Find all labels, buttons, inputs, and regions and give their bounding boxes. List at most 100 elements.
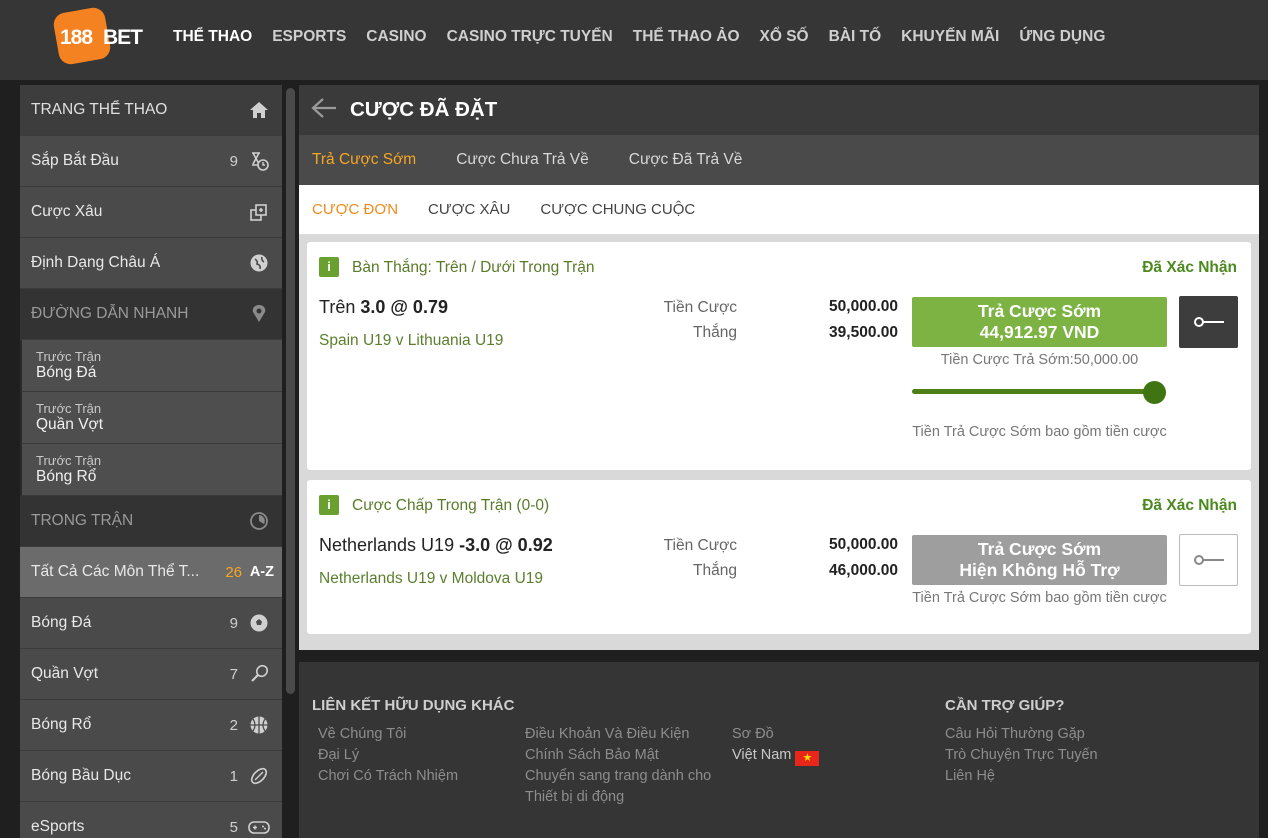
sidebar-scrollbar[interactable]	[286, 88, 295, 694]
quick-link-prematch-tennis[interactable]: Trước Trận Quần Vợt	[20, 392, 282, 444]
footer-link[interactable]: Câu Hỏi Thường Gặp	[945, 724, 1098, 745]
footer-col-3: Sơ Đồ Việt Nam ★	[732, 724, 820, 766]
nav-promotions[interactable]: KHUYẾN MÃI	[901, 28, 999, 46]
hourglass-clock-icon	[248, 150, 270, 172]
sidebar-sport-esports[interactable]: eSports 5	[20, 802, 282, 838]
quick-link-small: Trước Trận	[36, 401, 102, 416]
nav-esports[interactable]: ESPORTS	[272, 28, 346, 46]
sidebar-all-sports-label: Tất Cả Các Môn Thể T...	[31, 563, 200, 580]
rugby-ball-icon	[248, 765, 270, 787]
nav-lottery[interactable]: XỔ SỐ	[760, 28, 809, 46]
nav-poker[interactable]: BÀI TỐ	[829, 28, 882, 46]
bet-status-tabs: Trả Cược Sớm Cược Chưa Trả Về Cược Đã Tr…	[299, 135, 1259, 185]
footer-link[interactable]: Về Chúng Tôi	[318, 724, 458, 745]
language-label: Việt Nam	[732, 747, 792, 763]
location-pin-icon	[248, 303, 270, 325]
sidebar-starting-soon-label: Sắp Bắt Đầu	[31, 152, 119, 169]
footer-col-2: Điều Khoản Và Điều Kiện Chính Sách Bảo M…	[525, 724, 711, 808]
quick-link-prematch-soccer[interactable]: Trước Trận Bóng Đá	[20, 340, 282, 392]
footer-help-title: CẦN TRỢ GIÚP?	[945, 697, 1065, 714]
cash-out-note: Tiền Trả Cược Sớm bao gồm tiền cược	[912, 590, 1167, 606]
quick-link-big: Quần Vợt	[36, 416, 104, 433]
footer-link[interactable]: Chính Sách Bảo Mật	[525, 745, 711, 766]
nav-virtual-sports[interactable]: THỂ THAO ẢO	[633, 28, 740, 46]
back-arrow-icon[interactable]	[311, 95, 339, 126]
tab-settled[interactable]: Cược Đã Trả Về	[629, 151, 743, 169]
bet-card: i Cược Chấp Trong Trận (0-0) Đã Xác Nhận…	[307, 480, 1251, 634]
language-selector[interactable]: Việt Nam ★	[732, 745, 820, 766]
vietnam-flag-icon: ★	[795, 751, 820, 766]
logo[interactable]: 188 BET	[51, 5, 143, 67]
sidebar-asian-format-label: Định Dạng Châu Á	[31, 254, 161, 271]
sidebar-sport-label: Bóng Đá	[31, 614, 92, 631]
slider-key-icon	[1193, 555, 1224, 565]
sidebar-sport-label: Bóng Rổ	[31, 716, 92, 733]
info-icon: i	[319, 495, 339, 515]
sidebar-all-sports[interactable]: Tất Cả Các Môn Thể T... 26 A-Z	[20, 547, 282, 598]
footer: LIÊN KẾT HỮU DỤNG KHÁC Về Chúng Tôi Đại …	[299, 662, 1259, 838]
partial-cash-out-toggle[interactable]	[1179, 534, 1238, 586]
cash-out-slider-track[interactable]	[912, 389, 1154, 394]
tab-single[interactable]: CƯỢC ĐƠN	[312, 201, 398, 218]
tab-cash-out[interactable]: Trả Cược Sớm	[312, 151, 416, 169]
tab-outright[interactable]: CƯỢC CHUNG CUỘC	[540, 201, 695, 218]
sidebar-quick-links-header: ĐƯỜNG DẪN NHANH	[20, 289, 282, 340]
nav-live-casino[interactable]: CASINO TRỰC TUYẾN	[447, 28, 613, 46]
tab-parlay[interactable]: CƯỢC XÂU	[428, 201, 510, 218]
live-clock-icon	[248, 510, 270, 532]
top-bar: 188 BET THỂ THAO ESPORTS CASINO CASINO T…	[0, 0, 1268, 80]
bet-selection-name: Trên	[319, 297, 356, 317]
tennis-icon	[248, 663, 270, 685]
logo-text: BET	[103, 26, 143, 49]
sort-az-button[interactable]: A-Z	[250, 564, 274, 580]
quick-link-big: Bóng Rổ	[36, 468, 97, 485]
home-icon	[248, 99, 270, 121]
footer-link[interactable]: Đại Lý	[318, 745, 458, 766]
footer-link-sitemap[interactable]: Sơ Đồ	[732, 724, 819, 745]
stake-label: Tiền Cược	[663, 537, 737, 554]
footer-link[interactable]: Chuyển sang trang dành cho	[525, 766, 711, 787]
info-icon: i	[319, 257, 339, 277]
bet-market: Cược Chấp Trong Trận (0-0)	[352, 497, 550, 514]
sidebar-parlay-label: Cược Xâu	[31, 203, 103, 220]
footer-links-title: LIÊN KẾT HỮU DỤNG KHÁC	[312, 697, 515, 714]
title-bar: CƯỢC ĐÃ ĐẶT	[299, 85, 1259, 135]
stake-label: Tiền Cược	[663, 299, 737, 316]
logo-number: 188	[60, 26, 93, 49]
footer-link[interactable]: Điều Khoản Và Điều Kiện	[525, 724, 711, 745]
footer-link[interactable]: Thiết bị di động	[525, 787, 711, 808]
sidebar-sport-soccer[interactable]: Bóng Đá 9	[20, 598, 282, 649]
sidebar-sport-rugby[interactable]: Bóng Bầu Dục 1	[20, 751, 282, 802]
win-value: 46,000.00	[829, 562, 898, 579]
page-title: CƯỢC ĐÃ ĐẶT	[350, 98, 498, 121]
sidebar-sport-count: 5	[229, 818, 238, 836]
quick-link-prematch-basketball[interactable]: Trước Trận Bóng Rổ	[20, 444, 282, 496]
sidebar-sport-count: 1	[229, 767, 238, 785]
sidebar-asian-format[interactable]: Định Dạng Châu Á	[20, 238, 282, 289]
nav-apps[interactable]: ỨNG DỤNG	[1019, 28, 1105, 46]
nav-sports[interactable]: THỂ THAO	[173, 28, 252, 46]
quick-link-small: Trước Trận	[36, 453, 102, 468]
cash-out-button[interactable]: Trả Cược Sớm 44,912.97 VND	[912, 297, 1167, 347]
sidebar-sport-count: 2	[229, 716, 238, 734]
sidebar-starting-soon[interactable]: Sắp Bắt Đầu 9	[20, 136, 282, 187]
globe-icon	[248, 252, 270, 274]
nav-casino[interactable]: CASINO	[366, 28, 426, 46]
sidebar-sport-tennis[interactable]: Quần Vợt 7	[20, 649, 282, 700]
stake-value: 50,000.00	[829, 298, 898, 315]
sidebar-home[interactable]: TRANG THỂ THAO	[20, 85, 282, 136]
footer-link[interactable]: Chơi Có Trách Nhiệm	[318, 766, 458, 787]
footer-link[interactable]: Trò Chuyện Trực Tuyến	[945, 745, 1098, 766]
sidebar-sport-count: 7	[229, 665, 238, 683]
footer-help-col: Câu Hỏi Thường Gặp Trò Chuyện Trực Tuyến…	[945, 724, 1098, 787]
bet-selection-odds: -3.0 @ 0.92	[459, 535, 553, 555]
cash-out-slider-handle[interactable]	[1143, 381, 1166, 404]
parlay-icon	[248, 201, 270, 223]
partial-cash-out-toggle[interactable]	[1179, 296, 1238, 348]
win-value: 39,500.00	[829, 324, 898, 341]
tab-unsettled[interactable]: Cược Chưa Trả Về	[456, 151, 589, 169]
sidebar-sport-basketball[interactable]: Bóng Rổ 2	[20, 700, 282, 751]
sidebar-parlay[interactable]: Cược Xâu	[20, 187, 282, 238]
sidebar-quick-links-label: ĐƯỜNG DẪN NHANH	[31, 305, 189, 322]
footer-link[interactable]: Liên Hệ	[945, 766, 1098, 787]
